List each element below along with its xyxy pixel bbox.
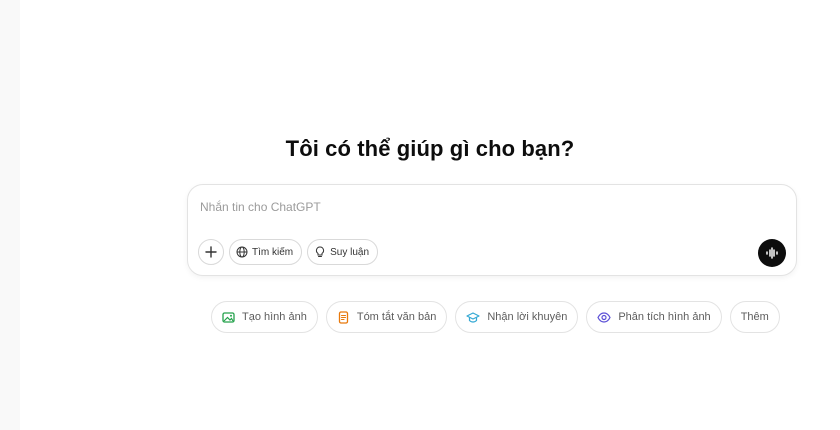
suggestion-summarize-text[interactable]: Tóm tắt văn bản — [325, 301, 448, 333]
suggestion-label: Nhận lời khuyên — [487, 311, 568, 323]
eye-icon — [597, 311, 611, 324]
reason-button[interactable]: Suy luận — [307, 239, 379, 265]
suggestion-label: Phân tích hình ảnh — [618, 311, 711, 323]
page-title: Tôi có thể giúp gì cho bạn? — [285, 136, 575, 161]
image-icon — [222, 311, 235, 324]
composer-tool-row: Tìm kiếm Suy luận — [198, 239, 379, 265]
suggestion-more[interactable]: Thêm — [729, 301, 780, 333]
suggestion-label: Tóm tắt văn bản — [356, 311, 437, 323]
message-composer: Tìm kiếm Suy luận — [187, 184, 797, 276]
reason-button-label: Suy luận — [330, 246, 370, 258]
main-area: Tôi có thể giúp gì cho bạn? Tìm kiếm — [20, 0, 840, 430]
voice-mode-button[interactable] — [758, 239, 786, 267]
suggestion-row: Tạo hình ảnh Tóm tắt văn bản Nhận lời kh… — [211, 301, 780, 333]
voice-waveform-icon — [765, 246, 779, 260]
suggestion-get-advice[interactable]: Nhận lời khuyên — [455, 301, 579, 333]
graduation-cap-icon — [466, 311, 480, 324]
search-button-label: Tìm kiếm — [252, 246, 294, 258]
suggestion-label: Tạo hình ảnh — [242, 311, 307, 323]
search-button[interactable]: Tìm kiếm — [229, 239, 303, 265]
plus-icon — [205, 246, 217, 258]
suggestion-label: Thêm — [740, 311, 769, 323]
document-icon — [337, 310, 350, 324]
suggestion-analyze-image[interactable]: Phân tích hình ảnh — [586, 301, 722, 333]
suggestion-create-image[interactable]: Tạo hình ảnh — [211, 301, 318, 333]
sidebar-strip — [0, 0, 20, 430]
lightbulb-icon — [314, 246, 326, 258]
attach-button[interactable] — [198, 239, 224, 265]
globe-icon — [236, 246, 248, 258]
message-input[interactable] — [200, 197, 760, 217]
